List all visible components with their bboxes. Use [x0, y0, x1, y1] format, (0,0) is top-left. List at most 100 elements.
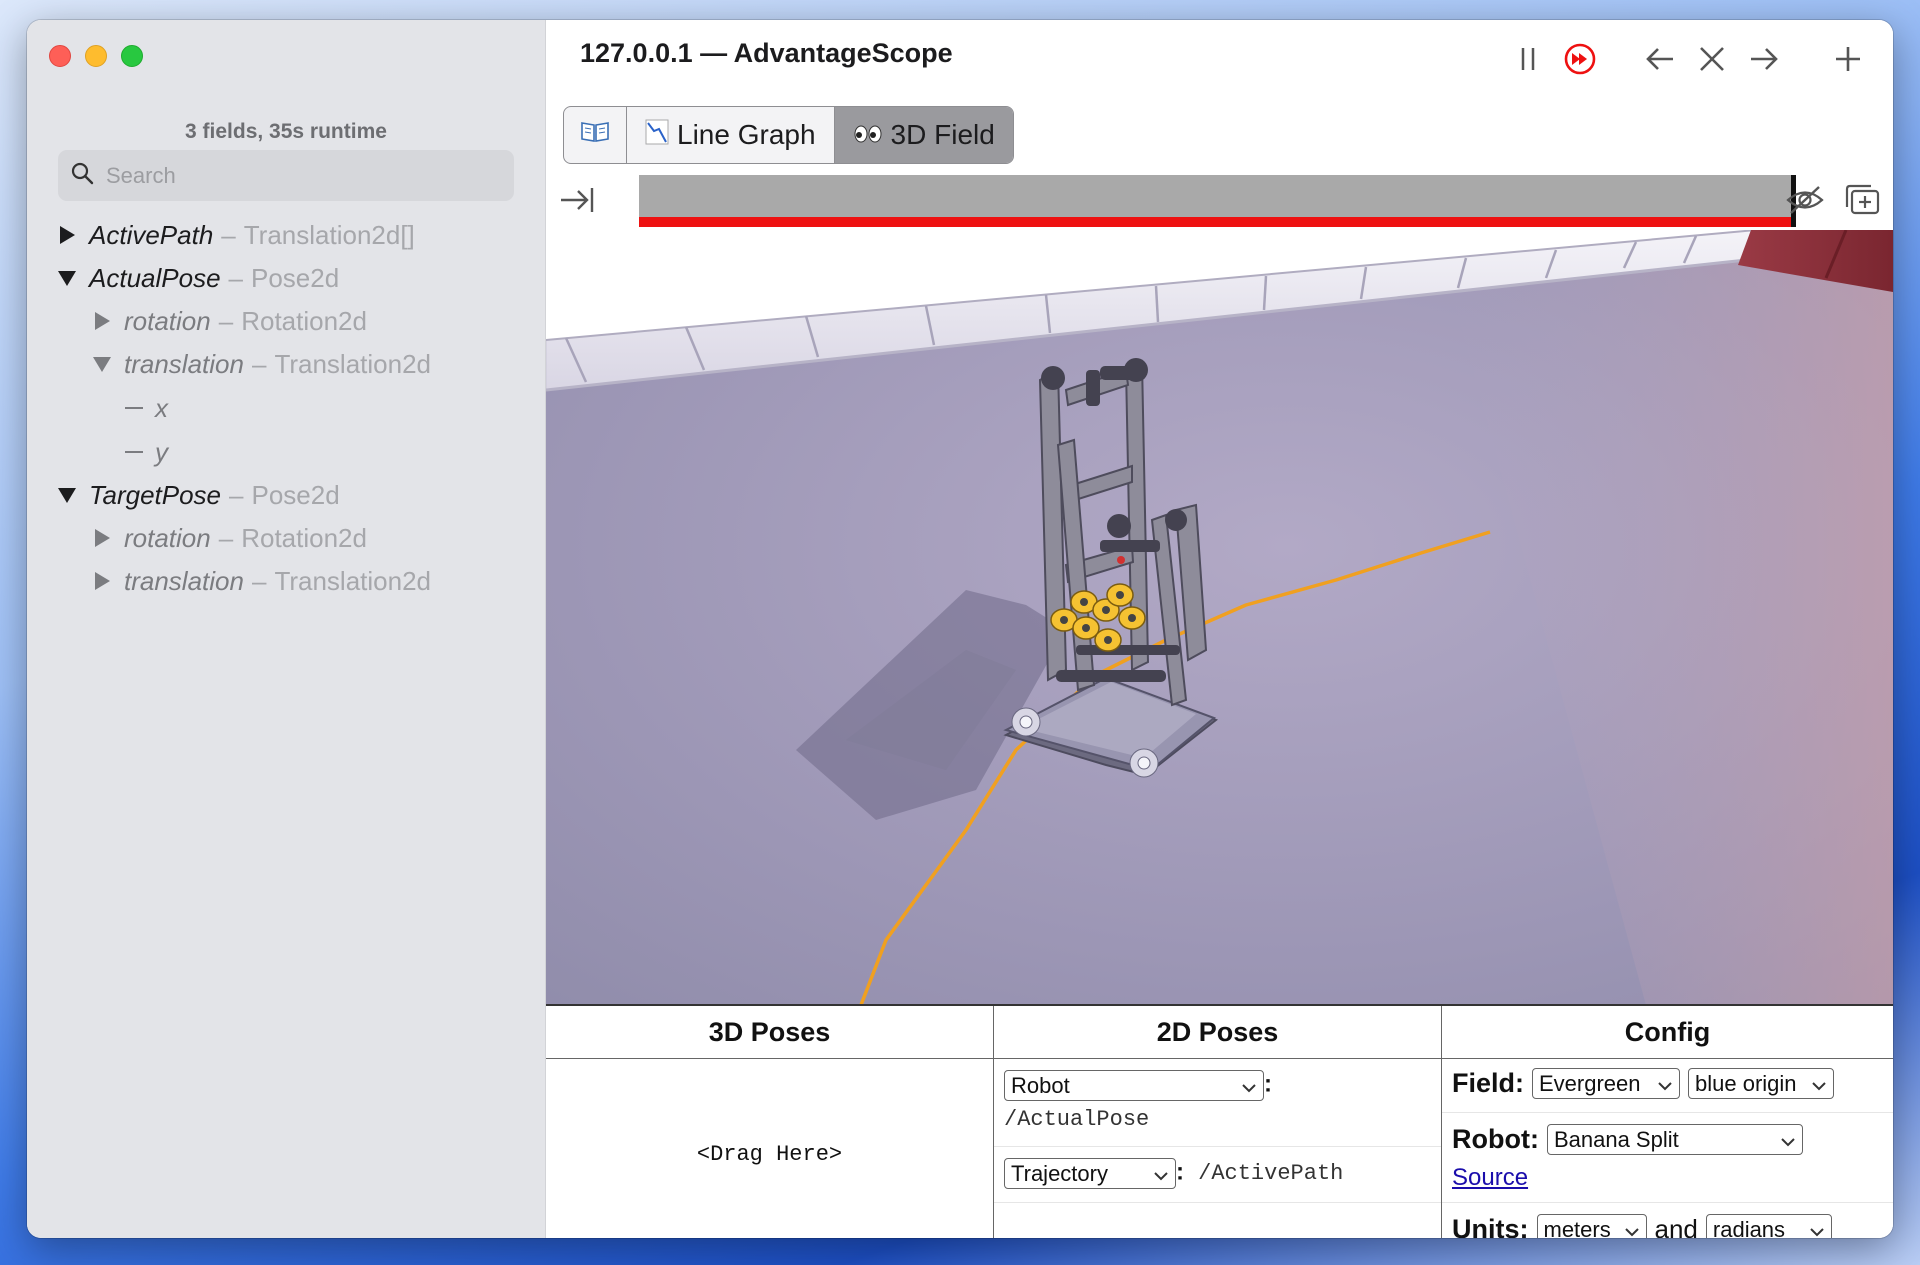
- timeline-scrubber[interactable]: [639, 175, 1796, 227]
- field-name: rotation: [124, 522, 211, 553]
- field-type: Translation2d[]: [243, 219, 415, 250]
- toolbar-spacer: [1615, 42, 1625, 76]
- tree-item-actualpose-translation[interactable]: translation – Translation2d: [90, 344, 431, 384]
- tab-label: Line Graph: [677, 119, 816, 150]
- collapse-triangle-icon[interactable]: [90, 355, 114, 373]
- field-name: translation: [124, 565, 244, 596]
- field-name: ActivePath: [89, 219, 214, 250]
- chart-icon: [645, 119, 669, 152]
- expand-triangle-icon[interactable]: [90, 571, 114, 591]
- controls-panel: 3D Poses <Drag Here> 2D Poses Robot : /A…: [546, 1004, 1893, 1238]
- collapse-triangle-icon[interactable]: [55, 269, 79, 287]
- chevron-down-icon: [1657, 1071, 1673, 1097]
- pose-row-trajectory: Trajectory : /ActivePath: [1004, 1158, 1343, 1189]
- chevron-down-icon: [1153, 1161, 1169, 1187]
- eyes-icon: [853, 119, 883, 151]
- pose-field-path[interactable]: /ActualPose: [1004, 1107, 1272, 1132]
- units-config-row: Units: meters and radians: [1452, 1214, 1832, 1238]
- field-3d-canvas[interactable]: [546, 230, 1893, 1005]
- chevron-down-icon: [1241, 1073, 1257, 1099]
- source-link-wrap: Source: [1452, 1164, 1528, 1192]
- row-divider: [1442, 1112, 1893, 1113]
- robot-config-row: Robot: Banana Split: [1452, 1124, 1803, 1155]
- window-title: 127.0.0.1 — AdvantageScope: [580, 38, 953, 68]
- tree-item-x[interactable]: x: [125, 388, 168, 428]
- field-select[interactable]: Evergreen: [1532, 1068, 1680, 1099]
- poses-3d-column: 3D Poses <Drag Here>: [546, 1006, 994, 1238]
- pause-icon[interactable]: [1511, 42, 1545, 76]
- tree-item-targetpose-translation[interactable]: translation – Translation2d: [90, 561, 431, 601]
- close-window-button[interactable]: [49, 45, 71, 67]
- field-type: Translation2d: [274, 348, 432, 379]
- column-header: 3D Poses: [546, 1006, 993, 1059]
- drop-target[interactable]: <Drag Here>: [546, 1142, 993, 1167]
- column-header: Config: [1442, 1006, 1893, 1059]
- tree-item-activepath[interactable]: ActivePath – Translation2d[]: [55, 215, 415, 255]
- live-icon[interactable]: [1563, 42, 1597, 76]
- popup-window-icon[interactable]: [1843, 183, 1881, 222]
- arrow-left-icon[interactable]: [1643, 42, 1677, 76]
- minimize-window-button[interactable]: [85, 45, 107, 67]
- field-name: TargetPose: [89, 479, 222, 510]
- angle-unit-select[interactable]: radians: [1705, 1214, 1832, 1239]
- maximize-window-button[interactable]: [121, 45, 143, 67]
- pose-type-select[interactable]: Trajectory: [1004, 1158, 1176, 1189]
- hide-eye-icon[interactable]: [1785, 183, 1825, 222]
- row-divider: [994, 1146, 1441, 1147]
- tab-bar: Line Graph 3D Field: [563, 106, 1014, 164]
- robot-label: Robot:: [1452, 1124, 1539, 1154]
- field-type: Rotation2d: [241, 305, 367, 336]
- expand-triangle-icon[interactable]: [90, 311, 114, 331]
- expand-triangle-icon[interactable]: [90, 528, 114, 548]
- origin-select[interactable]: blue origin: [1688, 1068, 1834, 1099]
- field-type: Translation2d: [274, 565, 432, 596]
- field-name: x: [155, 392, 168, 423]
- arrow-right-icon[interactable]: [1747, 42, 1781, 76]
- tab-label: 3D Field: [890, 119, 995, 150]
- and-text: and: [1654, 1214, 1698, 1238]
- tab-3d-field[interactable]: 3D Field: [834, 107, 1013, 163]
- source-link[interactable]: Source: [1452, 1164, 1528, 1191]
- config-column: Config Field: Evergreen blue origin Robo…: [1442, 1006, 1893, 1238]
- chevron-down-icon: [1809, 1217, 1825, 1239]
- log-status: 3 fields, 35s runtime: [185, 120, 387, 143]
- chevron-down-icon: [1780, 1127, 1796, 1153]
- search-input[interactable]: [104, 161, 488, 190]
- tree-item-y[interactable]: y: [125, 432, 168, 472]
- field-3d-view[interactable]: [546, 230, 1893, 1005]
- column-header: 2D Poses: [994, 1006, 1441, 1059]
- expand-triangle-icon[interactable]: [55, 225, 79, 245]
- search-field[interactable]: [58, 150, 514, 201]
- field-type: Rotation2d: [241, 522, 367, 553]
- tab-documentation[interactable]: [564, 107, 627, 163]
- field-name: rotation: [124, 305, 211, 336]
- tab-line-graph[interactable]: Line Graph: [627, 107, 835, 163]
- robot-select[interactable]: Banana Split: [1546, 1124, 1803, 1155]
- leaf-dash-icon: [125, 406, 143, 410]
- distance-unit-select[interactable]: meters: [1536, 1214, 1647, 1239]
- sidebar: 3 fields, 35s runtime ActivePath – Trans…: [27, 20, 546, 1238]
- close-icon[interactable]: [1695, 42, 1729, 76]
- field-name: ActualPose: [89, 262, 221, 293]
- pose-type-select[interactable]: Robot: [1004, 1070, 1264, 1101]
- leaf-dash-icon: [125, 450, 143, 454]
- field-config-row: Field: Evergreen blue origin: [1452, 1068, 1834, 1099]
- timeline-row: [546, 175, 1893, 227]
- units-label: Units:: [1452, 1214, 1529, 1238]
- tree-item-actualpose[interactable]: ActualPose – Pose2d: [55, 258, 339, 298]
- tree-item-targetpose[interactable]: TargetPose – Pose2d: [55, 475, 340, 515]
- jump-to-end-icon[interactable]: [558, 183, 596, 222]
- tree-item-targetpose-rotation[interactable]: rotation – Rotation2d: [90, 518, 367, 558]
- plus-icon[interactable]: [1831, 42, 1865, 76]
- book-icon: [580, 119, 610, 151]
- field-name: y: [155, 436, 168, 467]
- field-name: translation: [124, 348, 244, 379]
- collapse-triangle-icon[interactable]: [55, 486, 79, 504]
- pose-field-path[interactable]: /ActivePath: [1198, 1161, 1343, 1186]
- search-icon: [70, 161, 94, 190]
- chevron-down-icon: [1624, 1217, 1640, 1239]
- tree-item-actualpose-rotation[interactable]: rotation – Rotation2d: [90, 301, 367, 341]
- window-controls: [49, 45, 143, 67]
- field-type: Pose2d: [251, 262, 340, 293]
- row-divider: [994, 1202, 1441, 1203]
